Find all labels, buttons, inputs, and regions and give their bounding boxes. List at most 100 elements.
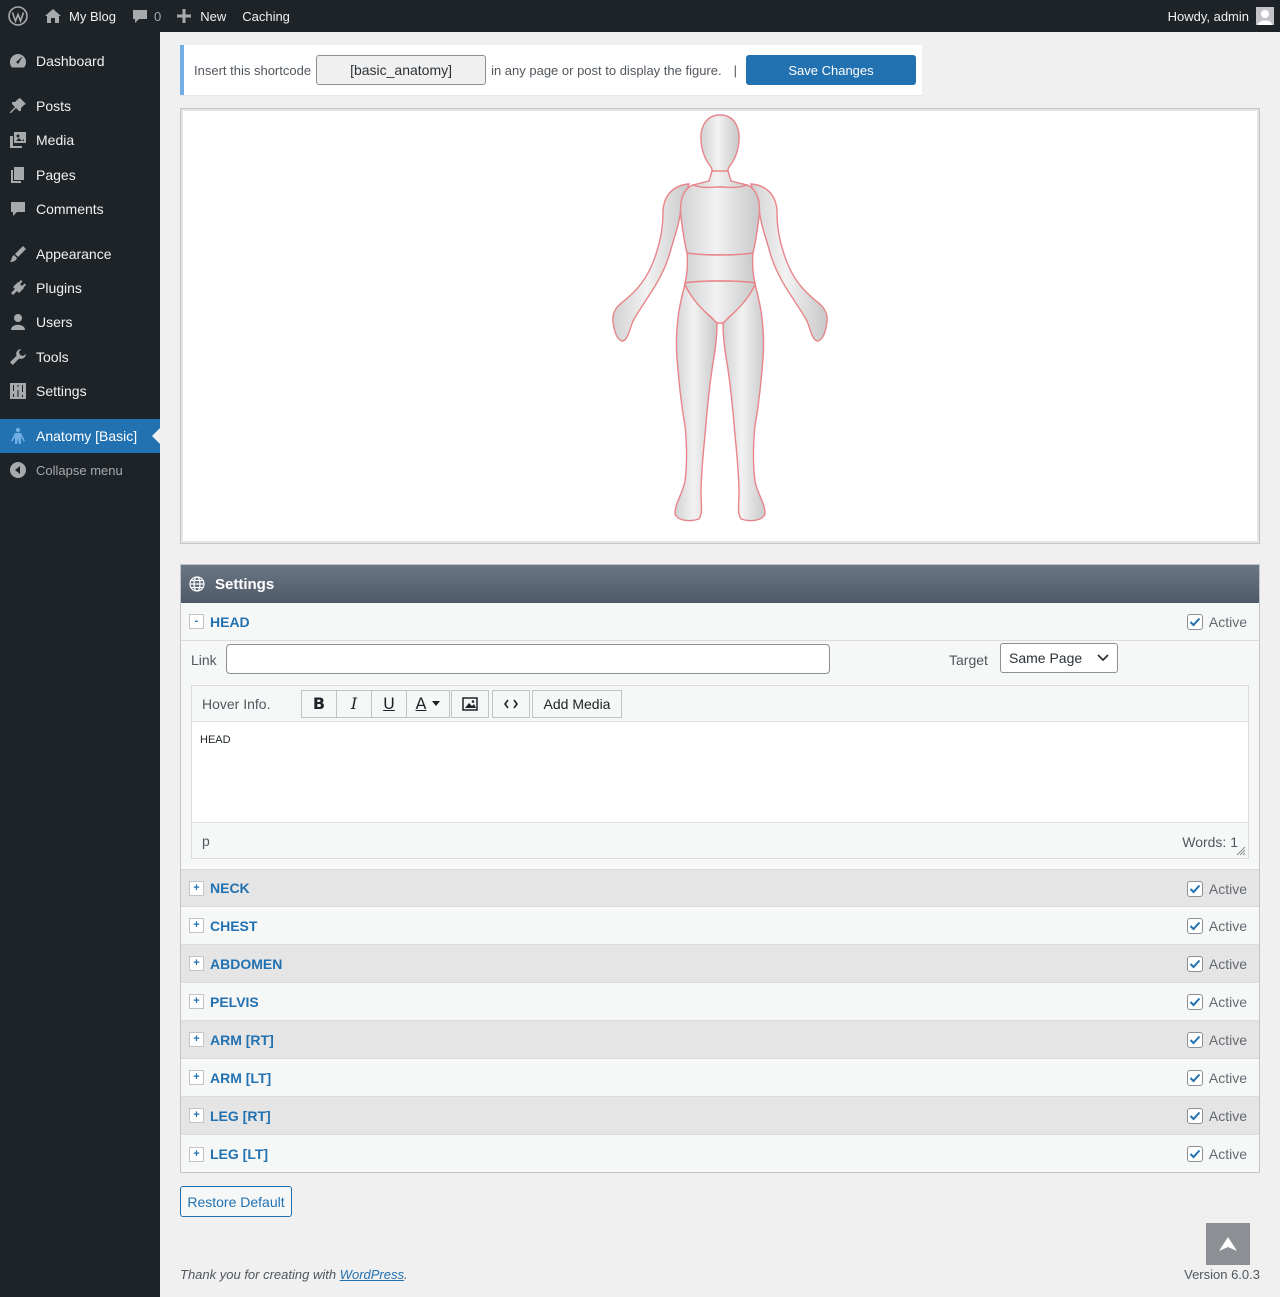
expand-toggle[interactable]: +: [189, 1108, 204, 1123]
italic-button[interactable]: I: [336, 689, 372, 718]
underline-button[interactable]: U: [371, 689, 407, 718]
region-row-arm-rt[interactable]: + ARM [RT] Active: [181, 1021, 1259, 1059]
region-row-chest[interactable]: + CHEST Active: [181, 907, 1259, 945]
resize-handle-icon[interactable]: [1236, 846, 1246, 856]
figure-abdomen[interactable]: [684, 252, 756, 284]
active-checkbox-label[interactable]: Active: [1186, 1070, 1247, 1086]
add-media-button[interactable]: Add Media: [532, 689, 622, 718]
settings-title: Settings: [215, 575, 275, 593]
sidebar-item-settings[interactable]: Settings: [0, 374, 160, 408]
plug-icon: [0, 279, 36, 297]
region-name[interactable]: LEG [RT]: [210, 1108, 271, 1124]
sidebar-item-posts[interactable]: Posts: [0, 89, 160, 123]
region-name[interactable]: ARM [RT]: [210, 1032, 274, 1048]
sidebar-item-label: Dashboard: [36, 53, 105, 69]
collapse-menu-button[interactable]: Collapse menu: [0, 453, 160, 487]
footer-thanks-suffix: .: [404, 1267, 408, 1282]
active-checkbox-label[interactable]: Active: [1186, 956, 1247, 972]
region-name[interactable]: HEAD: [210, 614, 250, 630]
new-content-link[interactable]: New: [169, 0, 234, 32]
checkmark-icon[interactable]: [1186, 994, 1203, 1010]
checkmark-icon[interactable]: [1186, 1032, 1203, 1048]
region-row-neck[interactable]: + NECK Active: [181, 869, 1259, 907]
figure-head[interactable]: [700, 114, 740, 176]
restore-default-button[interactable]: Restore Default: [180, 1186, 292, 1217]
collapse-toggle[interactable]: -: [189, 614, 204, 629]
sidebar-item-users[interactable]: Users: [0, 305, 160, 339]
sidebar-item-pages[interactable]: Pages: [0, 158, 160, 192]
checkmark-icon[interactable]: [1186, 1146, 1203, 1162]
wordpress-link[interactable]: WordPress: [340, 1267, 404, 1282]
bold-button[interactable]: B: [301, 689, 337, 718]
region-name[interactable]: ABDOMEN: [210, 956, 282, 972]
sidebar-item-plugins[interactable]: Plugins: [0, 271, 160, 305]
sidebar-item-media[interactable]: Media: [0, 123, 160, 157]
footer-thanks-prefix: Thank you for creating with: [180, 1267, 337, 1282]
active-checkbox-label[interactable]: Active: [1186, 994, 1247, 1010]
comments-link[interactable]: 0: [124, 0, 169, 32]
region-name[interactable]: CHEST: [210, 918, 257, 934]
my-account[interactable]: Howdy, admin: [1168, 0, 1274, 32]
checkmark-icon[interactable]: [1186, 881, 1203, 897]
link-input[interactable]: [226, 644, 830, 674]
checkmark-icon[interactable]: [1186, 918, 1203, 934]
sidebar-item-label: Plugins: [36, 280, 82, 296]
shortcode-field[interactable]: [basic_anatomy]: [316, 55, 487, 85]
figure-leg-rt[interactable]: [674, 283, 718, 522]
sidebar-item-label: Settings: [36, 383, 87, 399]
active-checkbox-label[interactable]: Active: [1186, 881, 1247, 897]
expand-toggle[interactable]: +: [189, 1032, 204, 1047]
active-label: Active: [1208, 918, 1247, 934]
image-icon: [462, 696, 478, 711]
active-checkbox-label[interactable]: Active: [1186, 614, 1247, 630]
active-checkbox-label[interactable]: Active: [1186, 1108, 1247, 1124]
scroll-to-top-button[interactable]: [1206, 1223, 1250, 1265]
sidebar-item-tools[interactable]: Tools: [0, 340, 160, 374]
figure-neck[interactable]: [690, 170, 750, 189]
expand-toggle[interactable]: +: [189, 1146, 204, 1162]
region-name[interactable]: LEG [LT]: [210, 1146, 268, 1162]
active-checkbox-label[interactable]: Active: [1186, 1146, 1247, 1162]
region-row-head[interactable]: - HEAD Active: [181, 603, 1259, 641]
insert-image-button[interactable]: [451, 689, 489, 718]
editor-content[interactable]: HEAD: [192, 722, 1248, 822]
region-row-arm-lt[interactable]: + ARM [LT] Active: [181, 1059, 1259, 1097]
region-name[interactable]: ARM [LT]: [210, 1070, 271, 1086]
figure-leg-lt[interactable]: [722, 283, 766, 522]
code-button[interactable]: [492, 689, 530, 718]
region-name[interactable]: NECK: [210, 880, 250, 896]
expand-toggle[interactable]: +: [189, 918, 204, 933]
save-changes-button[interactable]: Save Changes: [746, 55, 916, 85]
checkmark-icon[interactable]: [1186, 1108, 1203, 1124]
expand-toggle[interactable]: +: [189, 994, 204, 1009]
text-color-icon: A: [415, 694, 427, 713]
link-label: Link: [191, 652, 217, 668]
region-row-leg-rt[interactable]: + LEG [RT] Active: [181, 1097, 1259, 1135]
region-row-abdomen[interactable]: + ABDOMEN Active: [181, 945, 1259, 983]
sidebar-item-dashboard[interactable]: Dashboard: [0, 44, 160, 78]
checkmark-icon[interactable]: [1186, 956, 1203, 972]
wordpress-logo-icon[interactable]: [0, 0, 36, 32]
checkmark-icon[interactable]: [1186, 1070, 1203, 1086]
caret-down-icon: [432, 701, 441, 706]
sidebar-item-comments[interactable]: Comments: [0, 192, 160, 226]
sidebar-item-appearance[interactable]: Appearance: [0, 237, 160, 271]
figure-chest[interactable]: [679, 184, 761, 256]
text-color-button[interactable]: A: [406, 689, 450, 718]
wrench-icon: [0, 348, 36, 366]
target-select[interactable]: Same Page: [1000, 643, 1118, 673]
site-name-link[interactable]: My Blog: [36, 0, 124, 32]
element-path[interactable]: p: [202, 833, 210, 849]
expand-toggle[interactable]: +: [189, 1070, 204, 1085]
plus-icon: [177, 9, 192, 23]
region-row-leg-lt[interactable]: + LEG [LT] Active: [181, 1135, 1259, 1173]
active-checkbox-label[interactable]: Active: [1186, 918, 1247, 934]
expand-toggle[interactable]: +: [189, 956, 204, 971]
caching-link[interactable]: Caching: [234, 0, 298, 32]
sidebar-item-anatomy-basic[interactable]: Anatomy [Basic]: [0, 419, 160, 453]
expand-toggle[interactable]: +: [189, 880, 204, 896]
active-checkbox-label[interactable]: Active: [1186, 1032, 1247, 1048]
region-name[interactable]: PELVIS: [210, 994, 259, 1010]
region-row-pelvis[interactable]: + PELVIS Active: [181, 983, 1259, 1021]
checkmark-icon[interactable]: [1186, 614, 1203, 630]
